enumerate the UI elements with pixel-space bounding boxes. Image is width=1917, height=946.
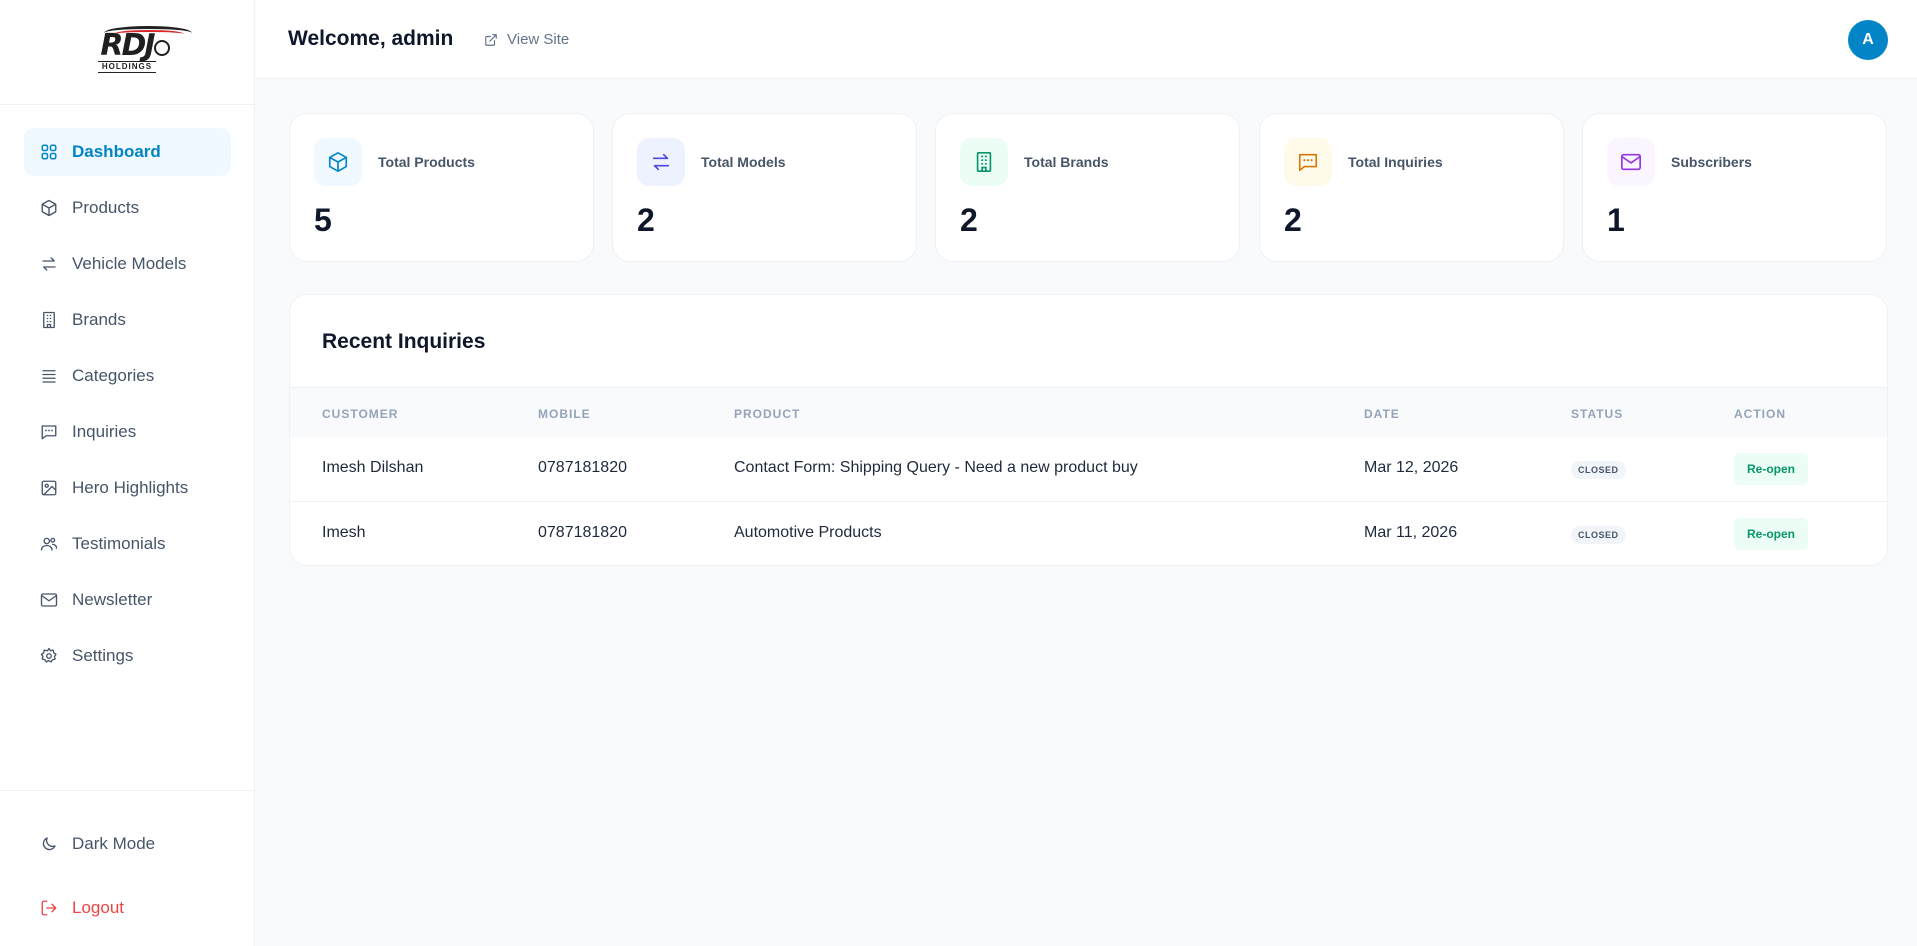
sidebar-item-hero-highlights[interactable]: Hero Highlights [24, 464, 231, 512]
building-icon [40, 311, 58, 329]
table-header: CUSTOMER MOBILE PRODUCT DATE STATUS ACTI… [290, 387, 1887, 437]
column-header-customer: CUSTOMER [322, 407, 399, 421]
sidebar-item-label: Settings [72, 646, 134, 665]
list-icon [40, 367, 58, 385]
message-icon [40, 423, 58, 441]
mail-icon [1607, 138, 1655, 186]
cell-product: Automotive Products [734, 524, 882, 541]
dark-mode-toggle[interactable]: Dark Mode [24, 824, 231, 864]
sidebar-item-label: Products [72, 198, 140, 217]
stat-card-total-products: Total Products 5 [289, 113, 594, 262]
avatar[interactable]: A [1848, 20, 1888, 60]
sidebar: RDJ HOLDINGS Dashboard Products Vehicle … [0, 0, 255, 946]
stat-label: Total Models [701, 154, 786, 170]
sidebar-item-label: Newsletter [72, 590, 153, 609]
cell-date: Mar 12, 2026 [1364, 459, 1459, 476]
logo-area: RDJ HOLDINGS [0, 0, 254, 105]
page-title: Welcome, admin [288, 27, 454, 50]
cell-customer: Imesh [322, 524, 366, 541]
sidebar-item-label: Dashboard [72, 142, 161, 161]
wheel-icon [153, 39, 170, 56]
arrows-swap-icon [40, 255, 58, 273]
table-row: Imesh Dilshan 0787181820 Contact Form: S… [290, 437, 1887, 502]
sidebar-item-newsletter[interactable]: Newsletter [24, 576, 231, 624]
external-link-icon [484, 33, 498, 47]
cell-mobile: 0787181820 [538, 459, 627, 476]
stat-label: Total Inquiries [1348, 154, 1443, 170]
sidebar-item-label: Inquiries [72, 422, 137, 441]
message-icon [1284, 138, 1332, 186]
cell-product: Contact Form: Shipping Query - Need a ne… [734, 459, 1138, 476]
arrows-swap-icon [637, 138, 685, 186]
stat-cards: Total Products 5 Total Models 2 Total Br… [289, 113, 1888, 262]
stat-value: 1 [1607, 202, 1625, 238]
stat-label: Total Products [378, 154, 475, 170]
reopen-button[interactable]: Re-open [1734, 518, 1808, 550]
sidebar-item-categories[interactable]: Categories [24, 352, 231, 400]
column-header-product: PRODUCT [734, 407, 801, 421]
reopen-button[interactable]: Re-open [1734, 453, 1808, 485]
stat-card-total-inquiries: Total Inquiries 2 [1259, 113, 1564, 262]
mail-icon [40, 591, 58, 609]
box-icon [40, 199, 58, 217]
logout-label: Logout [72, 898, 124, 917]
table-row: Imesh 0787181820 Automotive Products Mar… [290, 502, 1887, 565]
stat-card-total-brands: Total Brands 2 [935, 113, 1240, 262]
cell-date: Mar 11, 2026 [1364, 524, 1458, 541]
sidebar-item-products[interactable]: Products [24, 184, 231, 232]
sidebar-nav: Dashboard Products Vehicle Models Brands… [24, 128, 231, 688]
brand-logo[interactable]: RDJ HOLDINGS [72, 25, 193, 73]
sidebar-item-brands[interactable]: Brands [24, 296, 231, 344]
status-badge: CLOSED [1571, 461, 1626, 479]
dark-mode-label: Dark Mode [72, 834, 156, 853]
gear-icon [40, 647, 58, 665]
logo-mark: RDJ [100, 25, 193, 60]
sidebar-item-vehicle-models[interactable]: Vehicle Models [24, 240, 231, 288]
box-icon [314, 138, 362, 186]
cell-mobile: 0787181820 [538, 524, 627, 541]
sidebar-item-label: Testimonials [72, 534, 166, 553]
status-badge: CLOSED [1571, 526, 1626, 544]
sidebar-item-settings[interactable]: Settings [24, 632, 231, 680]
image-icon [40, 479, 58, 497]
logout-button[interactable]: Logout [24, 888, 231, 928]
sidebar-item-label: Brands [72, 310, 126, 329]
stat-value: 5 [314, 202, 332, 238]
stat-card-total-models: Total Models 2 [612, 113, 917, 262]
sidebar-item-label: Hero Highlights [72, 478, 189, 497]
sidebar-item-dashboard[interactable]: Dashboard [24, 128, 231, 176]
stat-value: 2 [1284, 202, 1302, 238]
column-header-date: DATE [1364, 407, 1400, 421]
stat-label: Subscribers [1671, 154, 1752, 170]
cell-customer: Imesh Dilshan [322, 459, 424, 476]
recent-inquiries-panel: Recent Inquiries CUSTOMER MOBILE PRODUCT… [289, 294, 1888, 566]
stat-card-subscribers: Subscribers 1 [1582, 113, 1887, 262]
column-header-mobile: MOBILE [538, 407, 591, 421]
top-header: Welcome, admin View Site A [256, 0, 1917, 79]
column-header-status: STATUS [1571, 407, 1624, 421]
sidebar-footer: Dark Mode Logout [0, 790, 255, 917]
panel-title: Recent Inquiries [322, 330, 486, 353]
sidebar-item-label: Categories [72, 366, 155, 385]
column-header-action: ACTION [1734, 407, 1786, 421]
users-icon [40, 535, 58, 553]
grid-icon [40, 143, 58, 161]
building-icon [960, 138, 1008, 186]
sidebar-item-inquiries[interactable]: Inquiries [24, 408, 231, 456]
stat-value: 2 [637, 202, 655, 238]
stat-label: Total Brands [1024, 154, 1109, 170]
logout-icon [40, 899, 58, 917]
sidebar-item-label: Vehicle Models [72, 254, 187, 273]
view-site-link[interactable]: View Site [484, 31, 569, 48]
stat-value: 2 [960, 202, 978, 238]
moon-icon [40, 835, 58, 853]
sidebar-item-testimonials[interactable]: Testimonials [24, 520, 231, 568]
view-site-label: View Site [507, 31, 570, 48]
